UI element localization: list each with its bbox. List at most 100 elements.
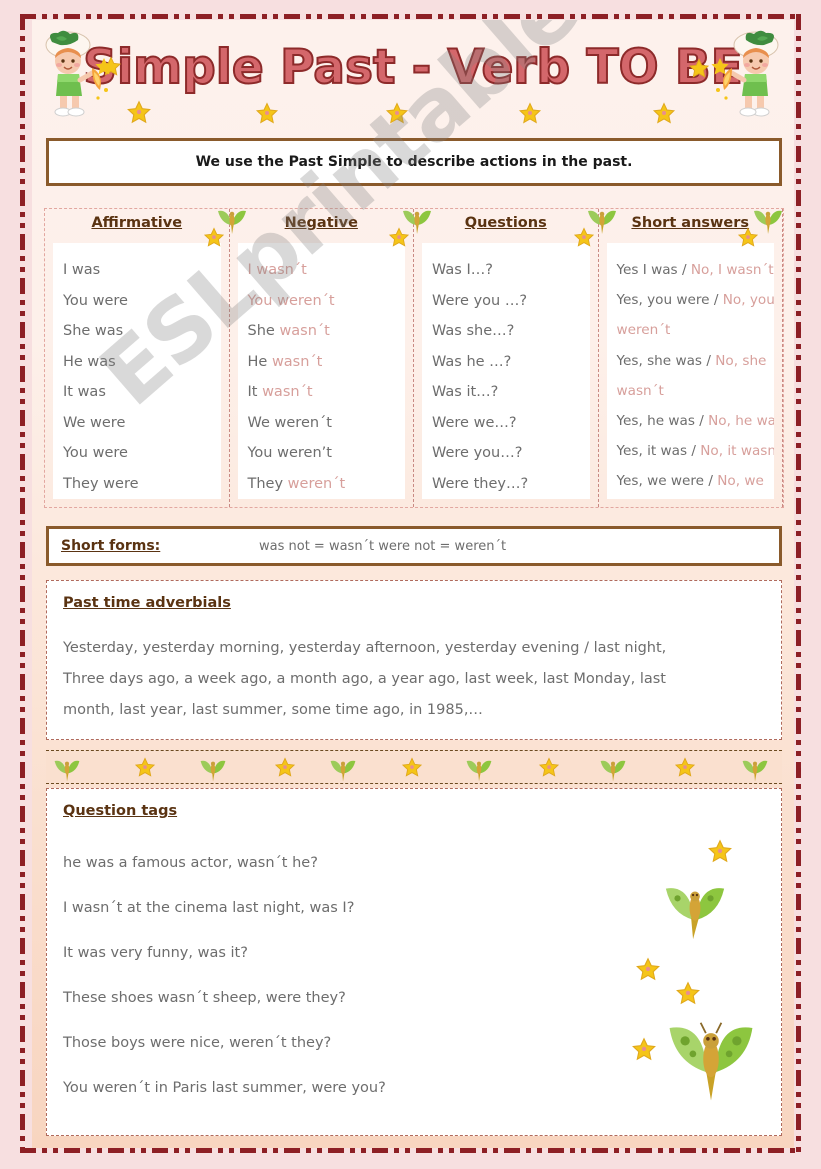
star-icon bbox=[652, 102, 676, 124]
table-line-segment: wasn´t bbox=[279, 323, 330, 339]
question-tags-header: Question tags bbox=[63, 803, 178, 819]
page-title: Simple Past - Verb TO BE bbox=[82, 39, 744, 96]
column-body: Was I…? Were you …? Was she…? Was he …? Was … bbox=[422, 243, 590, 499]
table-line: weren´t bbox=[617, 315, 775, 345]
table-line-segment: weren´t bbox=[287, 475, 346, 492]
page-border-left bbox=[20, 14, 25, 1154]
table-line-segment: They were bbox=[63, 475, 139, 492]
butterfly-icon bbox=[742, 760, 768, 782]
table-line: They were bbox=[63, 469, 221, 500]
star-icon bbox=[274, 757, 296, 777]
table-line-segment: Yes, he was / bbox=[616, 413, 709, 430]
table-line: He wasn´t bbox=[248, 347, 406, 378]
short-forms-label: Short forms: bbox=[61, 538, 161, 554]
table-line-segment: wasn´t bbox=[271, 353, 323, 370]
column-header: Short answers bbox=[631, 215, 750, 231]
intro-text: We use the Past Simple to describe actio… bbox=[195, 154, 633, 170]
table-line: Was he …? bbox=[432, 347, 590, 378]
adverbials-body: Yesterday, yesterday morning, yesterday … bbox=[63, 633, 765, 726]
elf-right-icon bbox=[711, 30, 779, 117]
table-line-segment: They bbox=[247, 475, 288, 492]
question-tags-panel: Question tags he was a famous actor, was… bbox=[46, 788, 782, 1136]
table-column-negative: Negative I wasn´t You weren´t She wasn´t He… bbox=[230, 209, 414, 507]
table-line: Was it…? bbox=[432, 377, 590, 408]
page-border-right bbox=[796, 14, 801, 1154]
column-body: I was You were She was He was It was We were Y… bbox=[53, 243, 221, 499]
adverbials-header: Past time adverbials bbox=[63, 595, 231, 611]
column-header: Questions bbox=[464, 215, 547, 231]
worksheet-header: Simple Past - Verb TO BE bbox=[40, 22, 786, 124]
table-line-segment: Were they…? bbox=[432, 475, 529, 492]
table-column-questions: Questions Was I…? Were you …? Was she…? Was… bbox=[414, 209, 599, 507]
table-line-segment: Were we…? bbox=[432, 414, 517, 431]
butterfly-icon bbox=[330, 760, 356, 782]
table-line-segment: Was I…? bbox=[432, 262, 493, 278]
intro-box: We use the Past Simple to describe actio… bbox=[46, 138, 782, 186]
table-line: Were you…? bbox=[432, 438, 590, 469]
table-line-segment: You were bbox=[63, 292, 128, 309]
table-line: Yes, you were / No, you bbox=[617, 285, 775, 315]
elf-left-icon bbox=[45, 30, 113, 117]
table-line-segment: She bbox=[247, 323, 280, 339]
table-line: You weren’t bbox=[248, 438, 406, 469]
table-line: I was bbox=[63, 255, 221, 286]
table-line: She was bbox=[63, 316, 221, 347]
table-line: It was bbox=[63, 377, 221, 408]
table-line-segment: She was bbox=[63, 323, 124, 339]
table-line: Was I…? bbox=[432, 255, 590, 286]
table-line-segment: No, I wasn´t bbox=[690, 262, 774, 278]
table-line-segment: Was she…? bbox=[432, 323, 515, 339]
table-line-segment: You were bbox=[63, 445, 128, 461]
table-line: Were we…? bbox=[432, 408, 590, 439]
star-icon bbox=[134, 757, 156, 777]
question-tag-line: he was a famous actor, wasn´t he? bbox=[63, 855, 318, 871]
star-icon bbox=[401, 757, 423, 777]
question-tag-line: It was very funny, was it? bbox=[63, 945, 248, 961]
table-line: She wasn´t bbox=[248, 316, 406, 347]
table-line: Yes, she was / No, she bbox=[617, 346, 775, 376]
table-line: wasn´t bbox=[617, 376, 775, 406]
table-line: Yes, it was / No, it wasn´t bbox=[617, 436, 775, 466]
table-line-segment: Yes, you were / bbox=[616, 292, 723, 309]
butterfly-icon bbox=[600, 760, 626, 782]
question-tag-line: I wasn´t at the cinema last night, was I… bbox=[63, 900, 355, 916]
table-line: Were they…? bbox=[432, 469, 590, 500]
star-icon bbox=[518, 102, 542, 124]
table-line-segment: wasn´t bbox=[262, 384, 313, 400]
question-tag-line: Those boys were nice, weren´t they? bbox=[63, 1035, 332, 1051]
star-icon bbox=[127, 100, 151, 124]
star-icon bbox=[255, 102, 279, 124]
table-line-segment: No, we bbox=[717, 473, 764, 490]
table-line: You were bbox=[63, 286, 221, 317]
table-line-segment: We weren´t bbox=[247, 414, 333, 431]
worksheet-canvas: Simple Past - Verb TO BE We use the Past… bbox=[32, 20, 794, 1148]
decorative-band bbox=[46, 750, 782, 784]
table-line: I wasn´t bbox=[248, 255, 406, 286]
question-tag-line: You weren´t in Paris last summer, were y… bbox=[63, 1080, 386, 1096]
column-body: I wasn´t You weren´t She wasn´t He wasn´t I… bbox=[237, 243, 406, 499]
table-line: Yes I was / No, I wasn´t bbox=[617, 255, 775, 285]
butterfly-icon bbox=[466, 760, 492, 782]
column-header: Affirmative bbox=[91, 215, 183, 231]
table-line-segment: No, he wasn´t bbox=[708, 413, 774, 430]
butterfly-icon bbox=[200, 760, 226, 782]
table-column-short-answers: Short answers Yes I was / No, I wasn´t Ye… bbox=[599, 209, 783, 507]
table-line-segment: You weren’t bbox=[247, 445, 332, 461]
table-line-segment: I wasn´t bbox=[247, 262, 307, 278]
table-line-segment: wasn´t bbox=[616, 382, 664, 399]
star-icon bbox=[385, 102, 409, 124]
table-column-affirmative: Affirmative I was You were She was He was It… bbox=[45, 209, 230, 507]
table-line-segment: It bbox=[247, 384, 263, 400]
table-line-segment: No, she bbox=[715, 352, 767, 369]
short-forms-box: Short forms: was not = wasn´t were not =… bbox=[46, 526, 782, 566]
conjugation-table: Affirmative I was You were She was He was It… bbox=[44, 208, 784, 508]
question-tag-line: These shoes wasn´t sheep, were they? bbox=[63, 990, 346, 1006]
table-line-segment: You weren´t bbox=[247, 292, 335, 309]
short-forms-value: was not = wasn´t were not = weren´t bbox=[259, 539, 507, 554]
table-line-segment: Yes, she was / bbox=[616, 352, 716, 369]
table-line: You weren´t bbox=[248, 286, 406, 317]
table-line-segment: weren´t bbox=[616, 322, 671, 339]
table-line: It wasn´t bbox=[248, 377, 406, 408]
table-line-segment: It was bbox=[63, 384, 106, 400]
table-line-segment: I was bbox=[63, 262, 101, 278]
